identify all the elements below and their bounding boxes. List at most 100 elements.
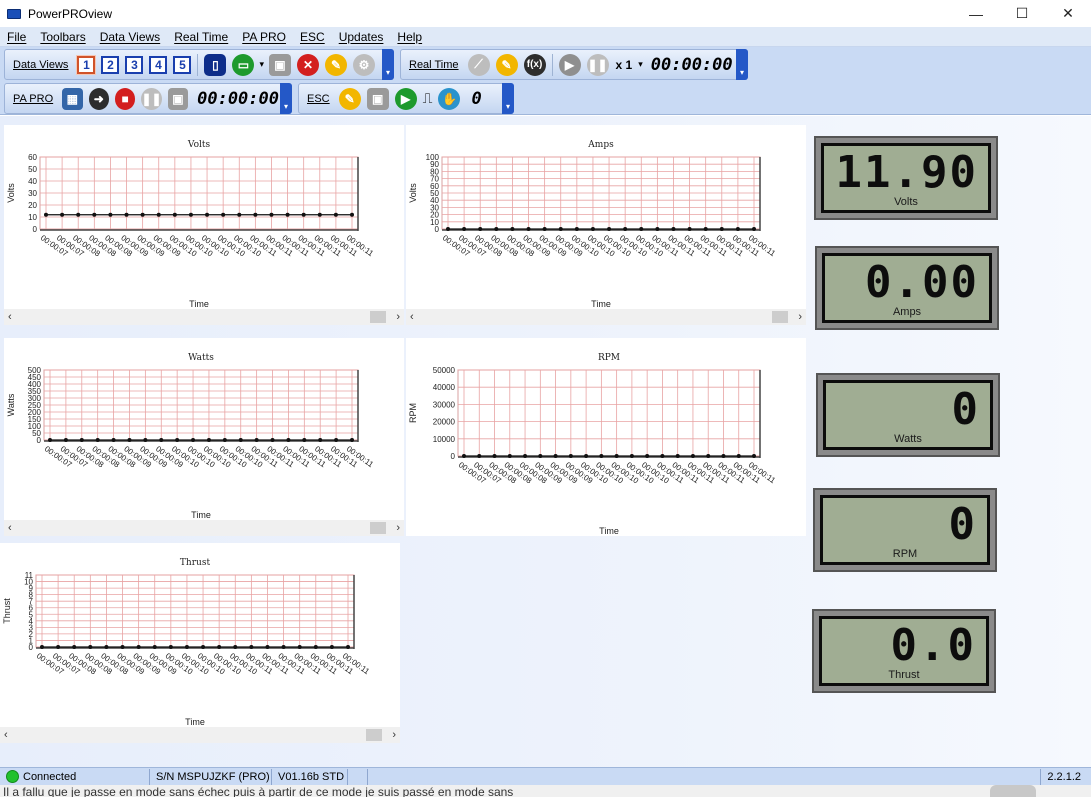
device-disconnect-icon[interactable]: ▦ [62, 87, 83, 110]
amps-chart-scrollbar[interactable]: ‹ › [406, 309, 806, 325]
function-fx-button[interactable]: f(x) [523, 53, 546, 76]
menu-help[interactable]: Help [390, 30, 429, 44]
view-5-button[interactable]: 5 [173, 55, 192, 74]
chevron-down-icon[interactable]: ▾ [638, 59, 643, 70]
real-time-toolbar: Real Time ⟋ ✎ f(x) ▶ ❚❚ x 1 ▾ 00:00:00 ▾ [400, 49, 748, 80]
thrust-chart-panel: Thrust Thrust Time 0 1 2 3 4 5 6 7 8 9 10 11 00:00:07 00… [0, 543, 400, 743]
toolbar-grip[interactable]: ▾ [736, 49, 748, 80]
data-point [542, 227, 547, 231]
open-folder-icon[interactable]: ▭ [232, 53, 255, 76]
data-point [297, 645, 302, 649]
chevron-down-icon[interactable]: ▾ [259, 59, 264, 70]
menu-real-time[interactable]: Real Time [167, 30, 235, 44]
amps-chart-panel: Amps Volts Time 0 10 20 30 40 50 60 70 80 90 100 00:00… [406, 125, 806, 325]
save-disk-icon[interactable]: ▣ [167, 87, 189, 110]
data-point [639, 227, 644, 231]
real-time-timer: 00:00:00 [650, 54, 733, 75]
scroll-right-icon[interactable]: › [396, 522, 400, 534]
data-point [507, 454, 512, 458]
separator [197, 53, 199, 76]
watts-chart-scrollbar[interactable]: ‹ › [4, 520, 404, 536]
disconnect-probe-icon[interactable]: ⟋ [467, 53, 490, 76]
chart-title: Watts [188, 353, 214, 363]
pause-icon[interactable]: ❚❚ [141, 87, 162, 110]
view-1-button[interactable]: 1 [77, 55, 96, 74]
y-tick-label: 30 [28, 189, 37, 198]
scroll-left-icon[interactable]: ‹ [4, 729, 8, 741]
status-bar: Connected S/N MSPUJZKF (PRO) V01.16b STD… [0, 767, 1091, 785]
scroll-right-icon[interactable]: › [798, 311, 802, 323]
speed-value[interactable]: x 1 [616, 58, 633, 72]
rpm-chart: RPMRPMTime0100002000030000400005000000:0… [408, 353, 777, 536]
edit-pencil-icon[interactable]: ✎ [338, 87, 361, 110]
volts-chart-scrollbar[interactable]: ‹ › [4, 309, 404, 325]
edit-pencil-icon[interactable]: ✎ [495, 53, 518, 76]
delete-icon[interactable]: ✕ [296, 53, 319, 76]
scroll-right-icon[interactable]: › [396, 311, 400, 323]
data-point [108, 212, 113, 217]
y-tick-label: 0 [33, 225, 38, 234]
thrust-chart: ThrustThrustTime0123456789101100:00:0700… [2, 558, 371, 727]
data-point [201, 645, 206, 649]
data-point [143, 438, 148, 442]
chart-title: RPM [598, 353, 620, 363]
data-point [205, 212, 210, 217]
x-axis-label: Time [591, 299, 611, 309]
scroll-thumb[interactable] [366, 729, 382, 741]
close-button[interactable]: ✕ [1045, 0, 1091, 27]
menu-toolbars[interactable]: Toolbars [33, 30, 92, 44]
menu-file[interactable]: File [0, 30, 33, 44]
data-point [270, 438, 275, 442]
scroll-left-icon[interactable]: ‹ [410, 311, 414, 323]
watts-chart-panel: Watts Watts Time 0 50 100 150 200 250 300 350 400 45… [4, 338, 404, 536]
app-version: 2.2.1.2 [1040, 769, 1087, 785]
data-point [140, 212, 145, 217]
step-ramp-icon[interactable]: ⎍ [423, 90, 433, 107]
maximize-button[interactable]: ☐ [999, 0, 1045, 27]
play-icon[interactable]: ▶ [394, 87, 417, 110]
hand-add-icon[interactable]: ✋ [438, 87, 461, 110]
menu-pa-pro[interactable]: PA PRO [235, 30, 293, 44]
data-point [124, 212, 129, 217]
data-point [329, 645, 334, 649]
menu-updates[interactable]: Updates [332, 30, 391, 44]
menu-data-views[interactable]: Data Views [93, 30, 167, 44]
data-point [172, 212, 177, 217]
data-point [317, 212, 322, 217]
thrust-chart-scrollbar[interactable]: ‹ › [0, 727, 400, 743]
view-2-button[interactable]: 2 [101, 55, 120, 74]
scroll-left-icon[interactable]: ‹ [8, 522, 12, 534]
view-4-button[interactable]: 4 [149, 55, 168, 74]
y-axis-label: Volts [6, 183, 16, 203]
scroll-thumb[interactable] [772, 311, 788, 323]
edit-pencil-icon[interactable]: ✎ [324, 53, 347, 76]
new-document-icon[interactable]: ▯ [204, 53, 227, 76]
menu-esc[interactable]: ESC [293, 30, 332, 44]
scroll-thumb[interactable] [370, 522, 386, 534]
pause-icon[interactable]: ❚❚ [586, 53, 609, 76]
scroll-thumb[interactable] [370, 311, 386, 323]
data-point [238, 438, 243, 442]
save-disk-icon[interactable]: ▣ [268, 53, 291, 76]
scroll-left-icon[interactable]: ‹ [8, 311, 12, 323]
x-axis-label: Time [185, 717, 205, 727]
view-3-button[interactable]: 3 [125, 55, 144, 74]
scroll-right-icon[interactable]: › [392, 729, 396, 741]
toolbar-grip[interactable]: ▾ [280, 83, 292, 114]
toolbar-grip[interactable]: ▾ [502, 83, 514, 114]
play-icon[interactable]: ▶ [558, 53, 581, 76]
stop-icon[interactable]: ■ [114, 87, 136, 110]
y-tick-label: 40 [28, 177, 37, 186]
window-title: PowerPROview [28, 6, 113, 21]
settings-gear-icon[interactable]: ⚙ [352, 53, 375, 76]
y-axis-label: Thrust [2, 598, 12, 624]
data-point [63, 438, 68, 442]
connection-led-icon [6, 770, 19, 783]
chart-title: Thrust [180, 558, 211, 568]
connection-status: Connected [0, 768, 150, 785]
minimize-button[interactable]: — [953, 0, 999, 27]
toolbar-grip[interactable]: ▾ [382, 49, 394, 80]
connect-arrow-icon[interactable]: ➜ [88, 87, 109, 110]
save-disk-icon[interactable]: ▣ [366, 87, 389, 110]
data-point [88, 645, 93, 649]
